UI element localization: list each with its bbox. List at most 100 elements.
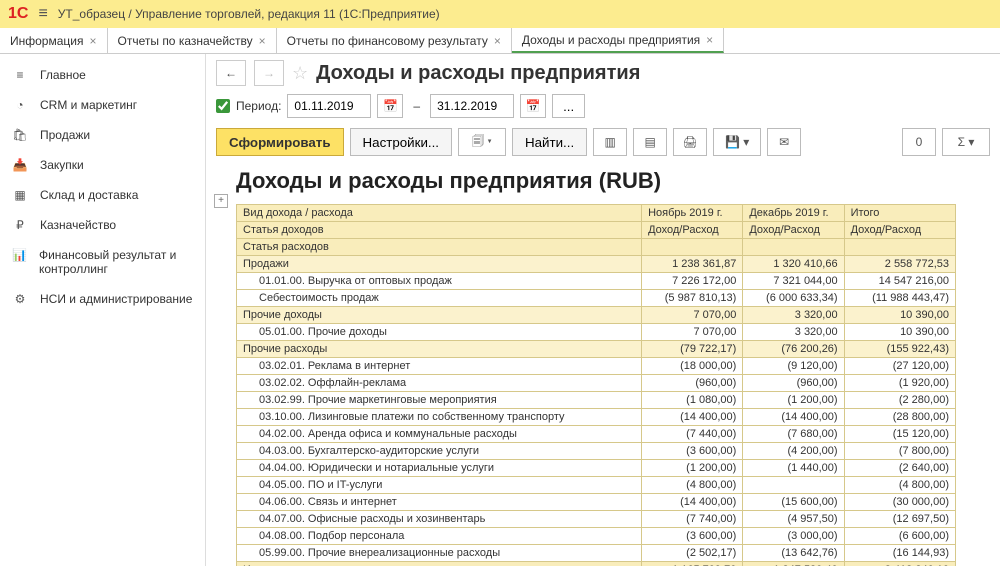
form-button[interactable]: Сформировать — [216, 128, 344, 156]
table-row[interactable]: 03.02.99. Прочие маркетинговые мероприят… — [237, 392, 956, 409]
total-v1: 1 165 709,70 — [642, 562, 743, 566]
tab-label: Доходы и расходы предприятия — [522, 33, 700, 47]
sidebar-icon: ◔ — [12, 98, 28, 112]
table-row[interactable]: 03.10.00. Лизинговые платежи по собствен… — [237, 409, 956, 426]
sidebar-item-5[interactable]: ₽Казначейство — [0, 210, 205, 240]
row-v1: (7 740,00) — [642, 511, 743, 528]
sidebar-item-3[interactable]: 📥Закупки — [0, 150, 205, 180]
row-v2: 1 320 410,66 — [743, 256, 844, 273]
zero-icon-button[interactable]: 0 — [902, 128, 936, 156]
row-v2: 3 320,00 — [743, 324, 844, 341]
row-v1: (79 722,17) — [642, 341, 743, 358]
table-row[interactable]: Продажи1 238 361,871 320 410,662 558 772… — [237, 256, 956, 273]
row-v2 — [743, 477, 844, 494]
hierarchy-icon-button[interactable]: ▤ — [633, 128, 667, 156]
sidebar-item-6[interactable]: 📊Финансовый результат и контроллинг — [0, 240, 205, 284]
table-row[interactable]: 04.08.00. Подбор персонала(3 600,00)(3 0… — [237, 528, 956, 545]
row-name: 04.02.00. Аренда офиса и коммунальные ра… — [237, 426, 642, 443]
period-select-button[interactable]: ... — [552, 94, 585, 118]
row-v2: (960,00) — [743, 375, 844, 392]
period-from-calendar-icon[interactable]: 📅 — [377, 94, 403, 118]
table-row[interactable]: Себестоимость продаж(5 987 810,13)(6 000… — [237, 290, 956, 307]
settings-button[interactable]: Настройки... — [350, 128, 452, 156]
period-to-input[interactable] — [430, 94, 514, 118]
sidebar-item-label: Казначейство — [40, 218, 116, 232]
total-v2: 1 247 530,40 — [743, 562, 844, 566]
save-dropdown-button[interactable]: 💾 ▾ — [713, 128, 761, 156]
page-title: Доходы и расходы предприятия — [316, 62, 640, 85]
row-v2: (9 120,00) — [743, 358, 844, 375]
sidebar-icon: ⚙ — [12, 292, 28, 306]
tab-close-icon[interactable]: × — [706, 33, 713, 47]
tab-close-icon[interactable]: × — [494, 34, 501, 48]
tab-1[interactable]: Отчеты по казначейству × — [108, 28, 277, 53]
table-row[interactable]: 01.01.00. Выручка от оптовых продаж7 226… — [237, 273, 956, 290]
row-name: Продажи — [237, 256, 642, 273]
row-v2: (1 440,00) — [743, 460, 844, 477]
tab-close-icon[interactable]: × — [259, 34, 266, 48]
sigma-dropdown-button[interactable]: Σ ▾ — [942, 128, 990, 156]
table-row[interactable]: Прочие расходы(79 722,17)(76 200,26)(155… — [237, 341, 956, 358]
favorite-star-icon[interactable]: ☆ — [292, 63, 308, 84]
mail-icon-button[interactable]: ✉ — [767, 128, 801, 156]
find-button[interactable]: Найти... — [512, 128, 587, 156]
table-row[interactable]: 04.03.00. Бухгалтерско-аудиторские услуг… — [237, 443, 956, 460]
table-row[interactable]: 05.99.00. Прочие внереализационные расхо… — [237, 545, 956, 562]
row-v2: (13 642,76) — [743, 545, 844, 562]
row-v3: (155 922,43) — [844, 341, 955, 358]
report-area: + Доходы и расходы предприятия (RUB) Вид… — [206, 164, 1000, 566]
tab-2[interactable]: Отчеты по финансовому результату× — [277, 28, 512, 53]
tab-0[interactable]: Информация× — [0, 28, 108, 53]
sidebar-item-2[interactable]: 🛍Продажи — [0, 120, 205, 150]
sidebar-item-4[interactable]: ▦Склад и доставка — [0, 180, 205, 210]
row-name: 05.01.00. Прочие доходы — [237, 324, 642, 341]
row-v2: (7 680,00) — [743, 426, 844, 443]
table-row[interactable]: 04.04.00. Юридически и нотариальные услу… — [237, 460, 956, 477]
row-name: 04.06.00. Связь и интернет — [237, 494, 642, 511]
table-row[interactable]: 05.01.00. Прочие доходы7 070,003 320,001… — [237, 324, 956, 341]
row-v1: 1 238 361,87 — [642, 256, 743, 273]
columns-icon-button[interactable]: ▥ — [593, 128, 627, 156]
copy-dropdown-button[interactable]: 🗐 ▾ — [458, 128, 506, 156]
sidebar-item-0[interactable]: ≡Главное — [0, 60, 205, 90]
row-name: Себестоимость продаж — [237, 290, 642, 307]
tab-label: Отчеты по казначейству — [118, 34, 253, 48]
table-row[interactable]: 04.07.00. Офисные расходы и хозинвентарь… — [237, 511, 956, 528]
tab-3[interactable]: Доходы и расходы предприятия × — [512, 28, 724, 53]
period-to-calendar-icon[interactable]: 📅 — [520, 94, 546, 118]
sidebar-item-7[interactable]: ⚙НСИ и администрирование — [0, 284, 205, 314]
sidebar-item-1[interactable]: ◔CRM и маркетинг — [0, 90, 205, 120]
expand-all-icon[interactable]: + — [214, 194, 228, 208]
row-v3: 2 558 772,53 — [844, 256, 955, 273]
table-row[interactable]: 03.02.02. Оффлайн-реклама(960,00)(960,00… — [237, 375, 956, 392]
row-v3: (28 800,00) — [844, 409, 955, 426]
row-v2: (14 400,00) — [743, 409, 844, 426]
nav-forward-button[interactable]: → — [254, 60, 284, 86]
nav-back-button[interactable]: ← — [216, 60, 246, 86]
table-row[interactable]: 03.02.01. Реклама в интернет(18 000,00)(… — [237, 358, 956, 375]
row-name: 04.05.00. ПО и IT-услуги — [237, 477, 642, 494]
row-v2: (6 000 633,34) — [743, 290, 844, 307]
row-v1: (960,00) — [642, 375, 743, 392]
table-row[interactable]: 04.05.00. ПО и IT-услуги(4 800,00)(4 800… — [237, 477, 956, 494]
row-v2: 3 320,00 — [743, 307, 844, 324]
table-row[interactable]: 04.06.00. Связь и интернет(14 400,00)(15… — [237, 494, 956, 511]
sidebar-item-label: Склад и доставка — [40, 188, 138, 202]
print-icon-button[interactable]: 🖨 — [673, 128, 707, 156]
row-v1: (1 200,00) — [642, 460, 743, 477]
row-v1: (7 440,00) — [642, 426, 743, 443]
titlebar: 1C ≡ УТ_образец / Управление торговлей, … — [0, 0, 1000, 28]
tab-close-icon[interactable]: × — [89, 34, 96, 48]
burger-icon[interactable]: ≡ — [38, 5, 47, 23]
row-v3: (4 800,00) — [844, 477, 955, 494]
row-v3: (16 144,93) — [844, 545, 955, 562]
row-v3: 14 547 216,00 — [844, 273, 955, 290]
th-income-art: Статья доходов — [237, 222, 642, 239]
table-row[interactable]: 04.02.00. Аренда офиса и коммунальные ра… — [237, 426, 956, 443]
row-v3: (7 800,00) — [844, 443, 955, 460]
row-v1: (4 800,00) — [642, 477, 743, 494]
period-checkbox[interactable] — [216, 99, 230, 113]
period-from-input[interactable] — [287, 94, 371, 118]
table-row[interactable]: Прочие доходы7 070,003 320,0010 390,00 — [237, 307, 956, 324]
row-name: Прочие доходы — [237, 307, 642, 324]
